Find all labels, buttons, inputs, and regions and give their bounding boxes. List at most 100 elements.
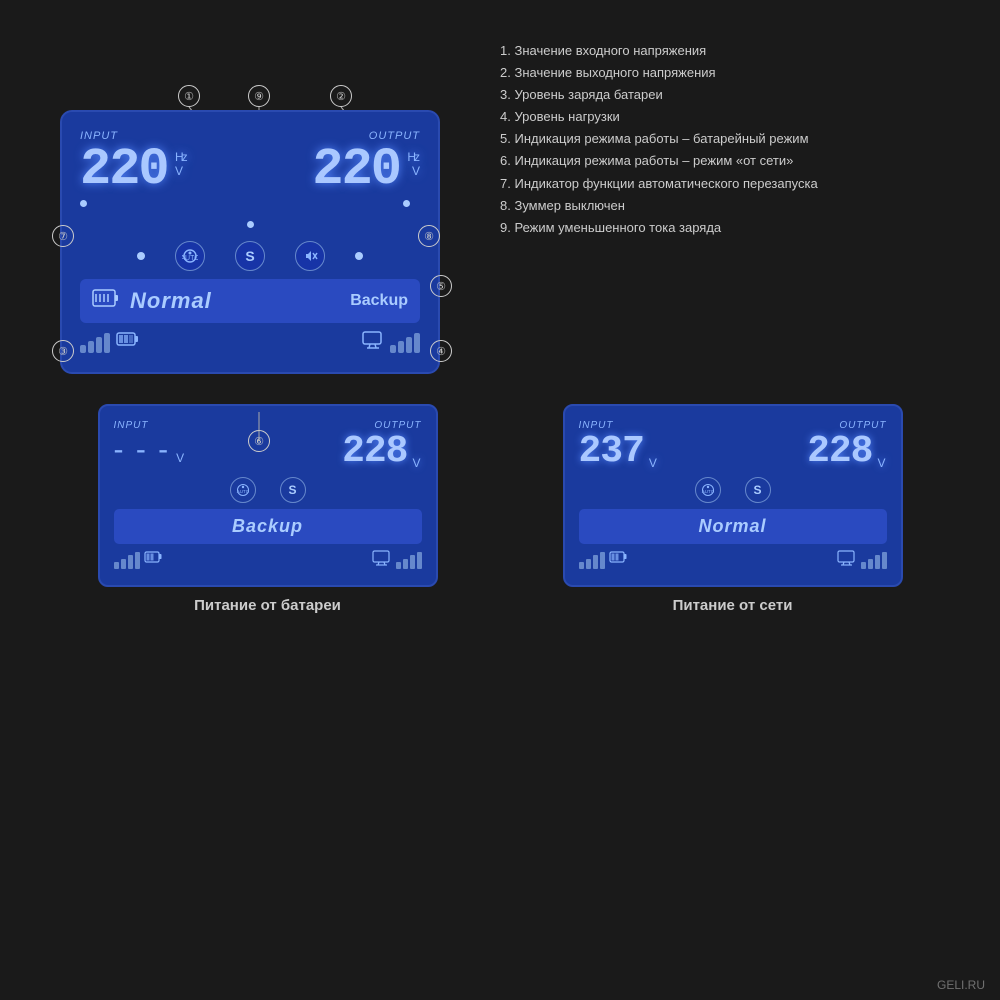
- watermark: GELI.RU: [937, 978, 985, 992]
- br-load-wave-4: [882, 552, 887, 569]
- bl-load-wave-2: [403, 559, 408, 569]
- wave-bar-4: [104, 333, 110, 353]
- br-wave-3: [593, 555, 598, 569]
- br-input-unit: V: [649, 457, 656, 469]
- legend-item-1: 1. Значение входного напряжения: [500, 40, 970, 62]
- svg-text:AUTO: AUTO: [236, 489, 249, 494]
- bottom-left-panel: INPUT - - - V OUTPUT 228 V: [98, 404, 438, 587]
- br-wave-2: [586, 559, 591, 569]
- br-output-unit: V: [877, 457, 884, 469]
- center-dot-row: [80, 215, 420, 233]
- bl-status-bar: Backup: [114, 509, 422, 544]
- annotation-8: ⑧: [418, 225, 440, 247]
- annotation-4: ④: [430, 340, 452, 362]
- annotation-1: ①: [178, 85, 200, 107]
- br-battery-group: [579, 550, 629, 571]
- wave-bar-3: [96, 337, 102, 353]
- bl-output-value: 228 V: [342, 433, 407, 471]
- s-icon: S: [235, 241, 265, 271]
- bl-load-wave-3: [410, 555, 415, 569]
- br-bars-row: [579, 550, 887, 571]
- hz-unit-output: HzV: [407, 150, 418, 179]
- br-battery-waves: [579, 552, 605, 569]
- input-value: 220 HzV: [80, 144, 168, 196]
- bl-wave-4: [135, 552, 140, 569]
- bars-row: [80, 331, 420, 354]
- right-side-dot: [355, 252, 363, 260]
- br-load-wave-1: [861, 562, 866, 569]
- output-value: 220 HzV: [312, 144, 400, 196]
- battery-bar-group: [80, 331, 140, 354]
- br-output-half: OUTPUT 228 V: [739, 420, 887, 471]
- load-wave-bar-4: [414, 333, 420, 353]
- bl-bars-row: [114, 550, 422, 571]
- annotation-5: ⑤: [430, 275, 452, 297]
- legend-item-7: 7. Индикатор функции автоматического пер…: [500, 173, 970, 195]
- hz-unit-input: HzV: [175, 150, 186, 179]
- legend-item-2: 2. Значение выходного напряжения: [500, 62, 970, 84]
- load-bar-group: [362, 331, 420, 354]
- left-side-dot: [137, 252, 145, 260]
- bl-wave-2: [121, 559, 126, 569]
- top-section: ① ⑨ ② ⑦ ⑧ ⑤ ③ ④ ⑥: [0, 0, 1000, 374]
- bl-output-half: OUTPUT 228 V: [274, 420, 422, 471]
- status-text: Normal: [130, 288, 212, 314]
- input-half: INPUT 220 HzV: [80, 130, 243, 207]
- legend-item-6: 6. Индикация режима работы – режим «от с…: [500, 150, 970, 172]
- auto-icon: AUTO: [175, 241, 205, 271]
- br-load-waves: [861, 552, 887, 569]
- annotation-7: ⑦: [52, 225, 74, 247]
- br-input-half: INPUT 237 V: [579, 420, 727, 471]
- annotation-3: ③: [52, 340, 74, 362]
- mute-icon: [295, 241, 325, 271]
- legend: 1. Значение входного напряжения 2. Значе…: [490, 30, 970, 374]
- annotation-6: ⑥: [248, 430, 270, 452]
- br-labels-row: INPUT 237 V OUTPUT 228 V: [579, 420, 887, 471]
- bl-auto-icon: AUTO: [230, 477, 256, 503]
- output-indicator-dot: [403, 200, 410, 207]
- br-status-bar: Normal: [579, 509, 887, 544]
- br-auto-icon: AUTO: [695, 477, 721, 503]
- battery-envelope-icon: [92, 287, 120, 315]
- bl-load-waves: [396, 552, 422, 569]
- br-wave-1: [579, 562, 584, 569]
- load-wave-bar-1: [390, 345, 396, 353]
- bottom-section: INPUT - - - V OUTPUT 228 V: [0, 374, 1000, 624]
- icons-row: AUTO S: [80, 241, 420, 271]
- bl-caption: Питание от батареи: [98, 597, 438, 614]
- br-status-text: Normal: [698, 516, 766, 537]
- bl-input-label: INPUT: [114, 420, 262, 431]
- bl-monitor-icon: [372, 550, 392, 571]
- legend-item-4: 4. Уровень нагрузки: [500, 106, 970, 128]
- monitor-icon: [362, 331, 384, 354]
- battery-waves: [80, 333, 110, 353]
- bl-wave-3: [128, 555, 133, 569]
- br-wave-4: [600, 552, 605, 569]
- bl-battery-waves: [114, 552, 140, 569]
- bl-output-unit: V: [412, 457, 419, 469]
- br-battery-icon: [609, 550, 629, 571]
- br-s-icon: S: [745, 477, 771, 503]
- br-caption: Питание от сети: [563, 597, 903, 614]
- bl-load-group: [372, 550, 422, 571]
- br-load-group: [837, 550, 887, 571]
- svg-text:AUTO: AUTO: [182, 255, 198, 262]
- bl-wave-1: [114, 562, 119, 569]
- legend-item-3: 3. Уровень заряда батареи: [500, 84, 970, 106]
- main-panel: INPUT 220 HzV OUTPUT 220: [60, 110, 440, 374]
- bl-input-half: INPUT - - - V: [114, 420, 262, 467]
- legend-item-8: 8. Зуммер выключен: [500, 195, 970, 217]
- wave-bar-2: [88, 341, 94, 353]
- status-bar: Normal Backup: [80, 279, 420, 323]
- legend-item-9: 9. Режим уменьшенного тока заряда: [500, 217, 970, 239]
- bl-icons-row: AUTO S: [114, 477, 422, 503]
- bottom-right-panel: INPUT 237 V OUTPUT 228 V: [563, 404, 903, 587]
- bl-input-dashes: - - -: [114, 433, 171, 466]
- br-icons-row: AUTO S: [579, 477, 887, 503]
- svg-text:AUTO: AUTO: [701, 489, 714, 494]
- backup-label: Backup: [350, 292, 408, 310]
- bl-load-wave-1: [396, 562, 401, 569]
- bl-s-icon: S: [280, 477, 306, 503]
- output-half: OUTPUT 220 HzV: [257, 130, 420, 207]
- labels-row: INPUT 220 HzV OUTPUT 220: [80, 130, 420, 207]
